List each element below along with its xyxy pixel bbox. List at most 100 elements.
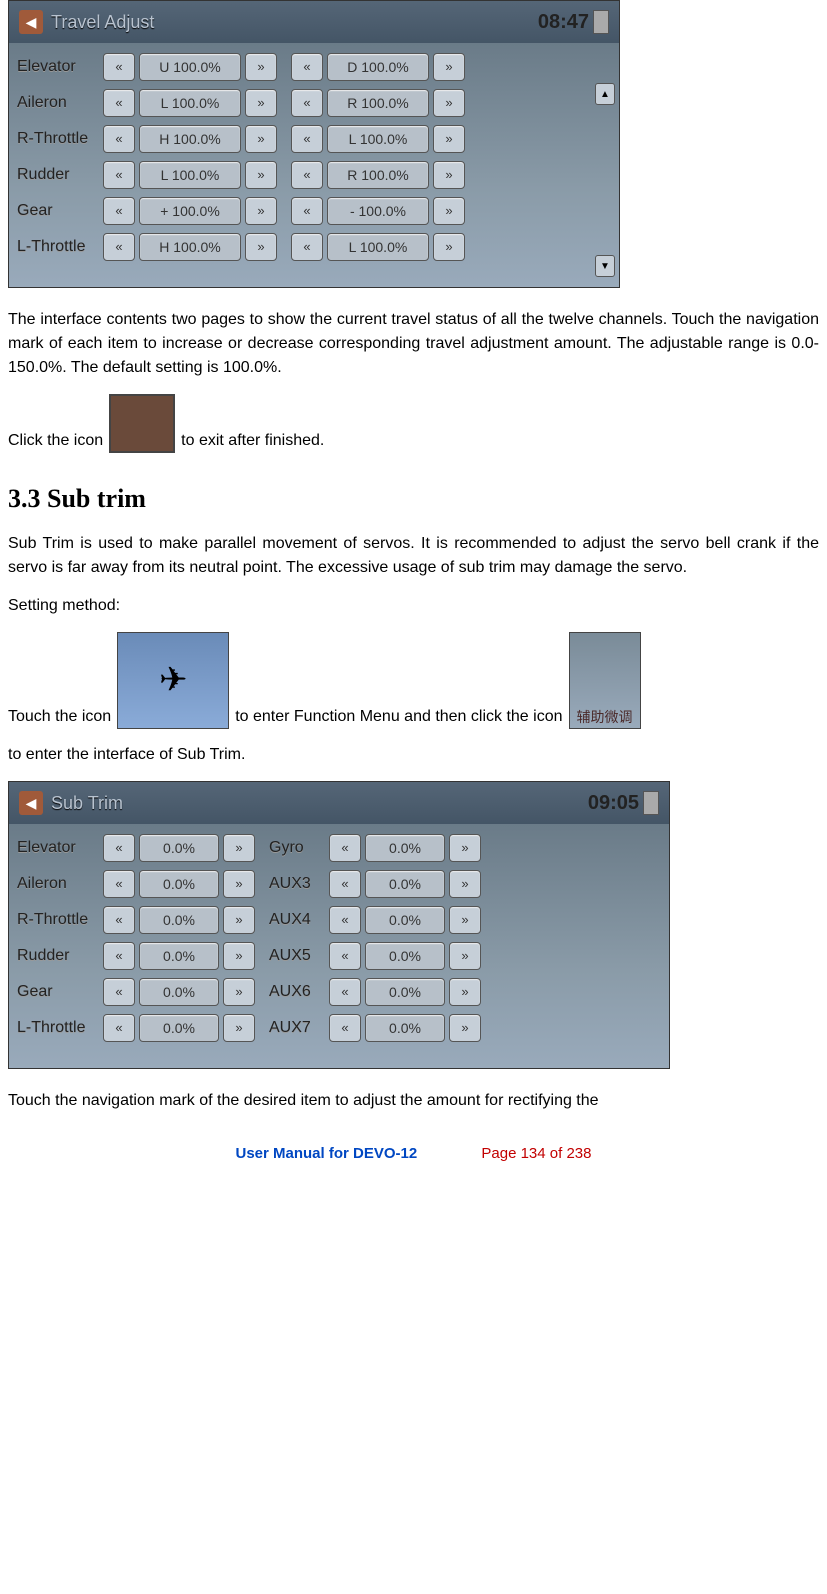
- decrease-button[interactable]: «: [103, 942, 135, 970]
- increase-button[interactable]: »: [449, 906, 481, 934]
- value-display: L 100.0%: [327, 125, 429, 153]
- scroll-up-icon[interactable]: ▲: [595, 83, 615, 105]
- value-display: 0.0%: [365, 834, 445, 862]
- inline-paragraph: Touch the icon ✈ to enter Function Menu …: [8, 632, 819, 729]
- increase-button[interactable]: »: [223, 978, 255, 1006]
- increase-button[interactable]: »: [245, 89, 277, 117]
- value-display: L 100.0%: [139, 89, 241, 117]
- decrease-button[interactable]: «: [291, 161, 323, 189]
- icon-label: 辅助微调: [577, 707, 633, 728]
- channel-label: AUX4: [269, 908, 329, 932]
- screen-title: Sub Trim: [51, 790, 588, 817]
- function-menu-icon[interactable]: ✈: [117, 632, 229, 729]
- increase-button[interactable]: »: [449, 1014, 481, 1042]
- screenshot-body: Elevator «0.0%» Gyro «0.0%» Aileron «0.0…: [9, 824, 669, 1068]
- value-display: 0.0%: [139, 906, 219, 934]
- increase-button[interactable]: »: [223, 1014, 255, 1042]
- channel-label: R-Throttle: [17, 127, 103, 151]
- increase-button[interactable]: »: [433, 233, 465, 261]
- increase-button[interactable]: »: [223, 870, 255, 898]
- increase-button[interactable]: »: [433, 53, 465, 81]
- decrease-button[interactable]: «: [329, 906, 361, 934]
- increase-button[interactable]: »: [223, 942, 255, 970]
- screen-title: Travel Adjust: [51, 9, 538, 36]
- increase-button[interactable]: »: [433, 89, 465, 117]
- value-display: R 100.0%: [327, 161, 429, 189]
- channel-row: R-Throttle «0.0%» AUX4 «0.0%»: [17, 906, 661, 934]
- text: to enter Function Menu and then click th…: [235, 705, 562, 729]
- decrease-button[interactable]: «: [103, 978, 135, 1006]
- decrease-button[interactable]: «: [291, 197, 323, 225]
- decrease-button[interactable]: «: [103, 89, 135, 117]
- increase-button[interactable]: »: [245, 125, 277, 153]
- channel-label: Aileron: [17, 872, 103, 896]
- decrease-button[interactable]: «: [103, 1014, 135, 1042]
- value-display: - 100.0%: [327, 197, 429, 225]
- paragraph: Setting method:: [8, 594, 819, 618]
- decrease-button[interactable]: «: [103, 233, 135, 261]
- decrease-button[interactable]: «: [329, 870, 361, 898]
- decrease-button[interactable]: «: [329, 942, 361, 970]
- decrease-button[interactable]: «: [291, 125, 323, 153]
- value-display: 0.0%: [365, 942, 445, 970]
- increase-button[interactable]: »: [449, 870, 481, 898]
- value-display: H 100.0%: [139, 233, 241, 261]
- text: to exit after finished.: [181, 429, 324, 453]
- increase-button[interactable]: »: [245, 197, 277, 225]
- sub-trim-icon[interactable]: 辅助微调: [569, 632, 641, 729]
- decrease-button[interactable]: «: [329, 1014, 361, 1042]
- channel-label: Rudder: [17, 163, 103, 187]
- increase-button[interactable]: »: [449, 942, 481, 970]
- scrollbar[interactable]: ▲ ▼: [595, 83, 613, 277]
- increase-button[interactable]: »: [433, 161, 465, 189]
- channel-row: Aileron «0.0%» AUX3 «0.0%»: [17, 870, 661, 898]
- channel-row: Gear «0.0%» AUX6 «0.0%»: [17, 978, 661, 1006]
- increase-button[interactable]: »: [449, 834, 481, 862]
- increase-button[interactable]: »: [245, 53, 277, 81]
- back-icon[interactable]: ◀: [19, 791, 43, 815]
- paragraph: The interface contents two pages to show…: [8, 308, 819, 380]
- increase-button[interactable]: »: [245, 233, 277, 261]
- value-display: 0.0%: [139, 834, 219, 862]
- channel-label: Gear: [17, 980, 103, 1004]
- decrease-button[interactable]: «: [103, 161, 135, 189]
- decrease-button[interactable]: «: [103, 834, 135, 862]
- decrease-button[interactable]: «: [329, 978, 361, 1006]
- text: Touch the icon: [8, 705, 111, 729]
- increase-button[interactable]: »: [433, 125, 465, 153]
- decrease-button[interactable]: «: [103, 870, 135, 898]
- decrease-button[interactable]: «: [103, 53, 135, 81]
- page-footer: User Manual for DEVO-12 Page 134 of 238: [8, 1143, 819, 1166]
- channel-label: Rudder: [17, 944, 103, 968]
- screenshot-header: ◀ Sub Trim 09:05: [9, 782, 669, 824]
- increase-button[interactable]: »: [223, 906, 255, 934]
- inline-paragraph: Click the icon to exit after finished.: [8, 394, 819, 453]
- channel-label: L-Throttle: [17, 235, 103, 259]
- decrease-button[interactable]: «: [103, 125, 135, 153]
- increase-button[interactable]: »: [449, 978, 481, 1006]
- back-icon[interactable]: ◀: [19, 10, 43, 34]
- decrease-button[interactable]: «: [103, 906, 135, 934]
- decrease-button[interactable]: «: [291, 53, 323, 81]
- exit-icon[interactable]: [109, 394, 175, 453]
- value-display: 0.0%: [139, 978, 219, 1006]
- channel-label: AUX3: [269, 872, 329, 896]
- decrease-button[interactable]: «: [291, 233, 323, 261]
- value-display: 0.0%: [365, 906, 445, 934]
- channel-row: Rudder «0.0%» AUX5 «0.0%»: [17, 942, 661, 970]
- scroll-down-icon[interactable]: ▼: [595, 255, 615, 277]
- section-heading: 3.3 Sub trim: [8, 479, 819, 518]
- increase-button[interactable]: »: [223, 834, 255, 862]
- increase-button[interactable]: »: [245, 161, 277, 189]
- value-display: D 100.0%: [327, 53, 429, 81]
- value-display: 0.0%: [365, 978, 445, 1006]
- channel-label: Elevator: [17, 836, 103, 860]
- decrease-button[interactable]: «: [103, 197, 135, 225]
- channel-row: Aileron «L 100.0%» «R 100.0%»: [17, 89, 611, 117]
- decrease-button[interactable]: «: [329, 834, 361, 862]
- channel-label: Aileron: [17, 91, 103, 115]
- decrease-button[interactable]: «: [291, 89, 323, 117]
- value-display: U 100.0%: [139, 53, 241, 81]
- channel-row: R-Throttle «H 100.0%» «L 100.0%»: [17, 125, 611, 153]
- increase-button[interactable]: »: [433, 197, 465, 225]
